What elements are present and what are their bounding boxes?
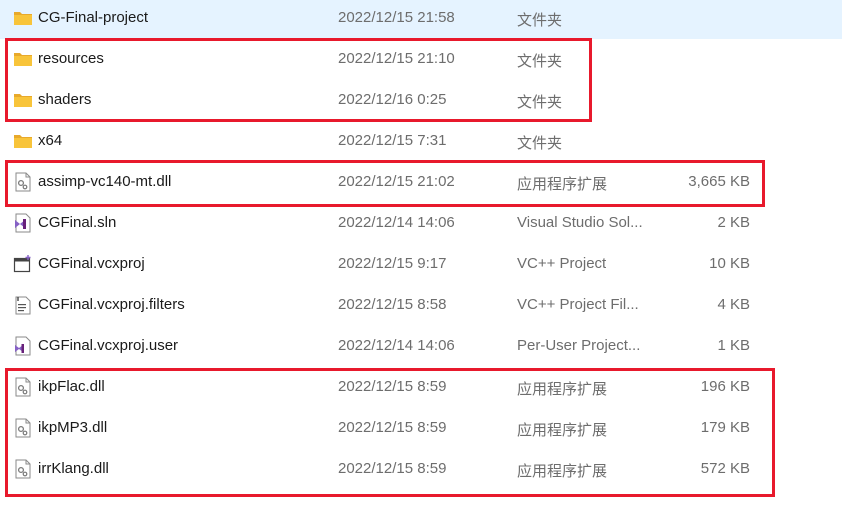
file-name: CGFinal.sln	[38, 214, 117, 231]
folder-icon	[13, 90, 33, 110]
file-date: 2022/12/15 7:31	[338, 132, 447, 149]
dll-file-icon	[13, 459, 33, 479]
file-type: 文件夹	[517, 53, 563, 70]
file-row-shaders[interactable]: shaders 2022/12/16 0:25 文件夹	[0, 80, 842, 121]
file-row-ikpmp3-dll[interactable]: ikpMP3.dll 2022/12/15 8:59 应用程序扩展 179 KB	[0, 408, 842, 449]
file-type: 应用程序扩展	[517, 463, 608, 480]
vcxproj-file-icon	[13, 254, 33, 274]
file-date: 2022/12/14 14:06	[338, 337, 455, 354]
file-size: 2 KB	[717, 214, 750, 231]
file-name: ikpMP3.dll	[38, 419, 108, 436]
file-type: 应用程序扩展	[517, 381, 608, 398]
dll-file-icon	[13, 377, 33, 397]
file-row-cgfinal-vcxproj-filters[interactable]: CGFinal.vcxproj.filters 2022/12/15 8:58 …	[0, 285, 842, 326]
file-type: Visual Studio Sol...	[517, 214, 643, 231]
file-date: 2022/12/16 0:25	[338, 91, 447, 108]
file-name: CGFinal.vcxproj.user	[38, 337, 179, 354]
file-type: Per-User Project...	[517, 337, 641, 354]
file-type: 应用程序扩展	[517, 176, 608, 193]
folder-icon	[13, 8, 33, 28]
file-row-x64[interactable]: x64 2022/12/15 7:31 文件夹	[0, 121, 842, 162]
file-name: CGFinal.vcxproj.filters	[38, 296, 185, 313]
file-size: 196 KB	[700, 378, 750, 395]
file-name: ikpFlac.dll	[38, 378, 105, 395]
dll-file-icon	[13, 172, 33, 192]
file-name: x64	[38, 132, 63, 149]
file-row-resources[interactable]: resources 2022/12/15 21:10 文件夹	[0, 39, 842, 80]
file-size: 572 KB	[700, 460, 750, 477]
file-size: 10 KB	[709, 255, 750, 272]
file-size: 179 KB	[700, 419, 750, 436]
file-row-cgfinal-vcxproj[interactable]: CGFinal.vcxproj 2022/12/15 9:17 VC++ Pro…	[0, 244, 842, 285]
filters-file-icon	[13, 295, 33, 315]
file-row-ikpflac-dll[interactable]: ikpFlac.dll 2022/12/15 8:59 应用程序扩展 196 K…	[0, 367, 842, 408]
file-name: CG-Final-project	[38, 9, 149, 26]
folder-icon	[13, 131, 33, 151]
file-type: VC++ Project Fil...	[517, 296, 639, 313]
sln-file-icon	[13, 213, 33, 233]
dll-file-icon	[13, 418, 33, 438]
file-row-cg-final-project[interactable]: CG-Final-project 2022/12/15 21:58 文件夹	[0, 0, 842, 39]
file-row-cgfinal-vcxproj-user[interactable]: CGFinal.vcxproj.user 2022/12/14 14:06 Pe…	[0, 326, 842, 367]
file-date: 2022/12/14 14:06	[338, 214, 455, 231]
file-row-irrklang-dll[interactable]: irrKlang.dll 2022/12/15 8:59 应用程序扩展 572 …	[0, 449, 842, 490]
file-date: 2022/12/15 8:58	[338, 296, 447, 313]
file-type: 文件夹	[517, 94, 563, 111]
file-type: 应用程序扩展	[517, 422, 608, 439]
file-size: 3,665 KB	[688, 173, 750, 190]
file-date: 2022/12/15 21:58	[338, 9, 455, 26]
file-date: 2022/12/15 8:59	[338, 419, 447, 436]
file-type: 文件夹	[517, 12, 563, 29]
file-name: irrKlang.dll	[38, 460, 109, 477]
folder-icon	[13, 49, 33, 69]
file-name: assimp-vc140-mt.dll	[38, 173, 172, 190]
file-date: 2022/12/15 21:10	[338, 50, 455, 67]
file-name: CGFinal.vcxproj	[38, 255, 145, 272]
file-type: VC++ Project	[517, 255, 607, 272]
file-date: 2022/12/15 9:17	[338, 255, 447, 272]
user-file-icon	[13, 336, 33, 356]
file-size: 4 KB	[717, 296, 750, 313]
file-date: 2022/12/15 8:59	[338, 460, 447, 477]
file-name: resources	[38, 50, 104, 67]
file-date: 2022/12/15 21:02	[338, 173, 455, 190]
file-date: 2022/12/15 8:59	[338, 378, 447, 395]
file-type: 文件夹	[517, 135, 563, 152]
file-name: shaders	[38, 91, 92, 108]
file-row-cgfinal-sln[interactable]: CGFinal.sln 2022/12/14 14:06 Visual Stud…	[0, 203, 842, 244]
file-size: 1 KB	[717, 337, 750, 354]
file-row-assimp-dll[interactable]: assimp-vc140-mt.dll 2022/12/15 21:02 应用程…	[0, 162, 842, 203]
